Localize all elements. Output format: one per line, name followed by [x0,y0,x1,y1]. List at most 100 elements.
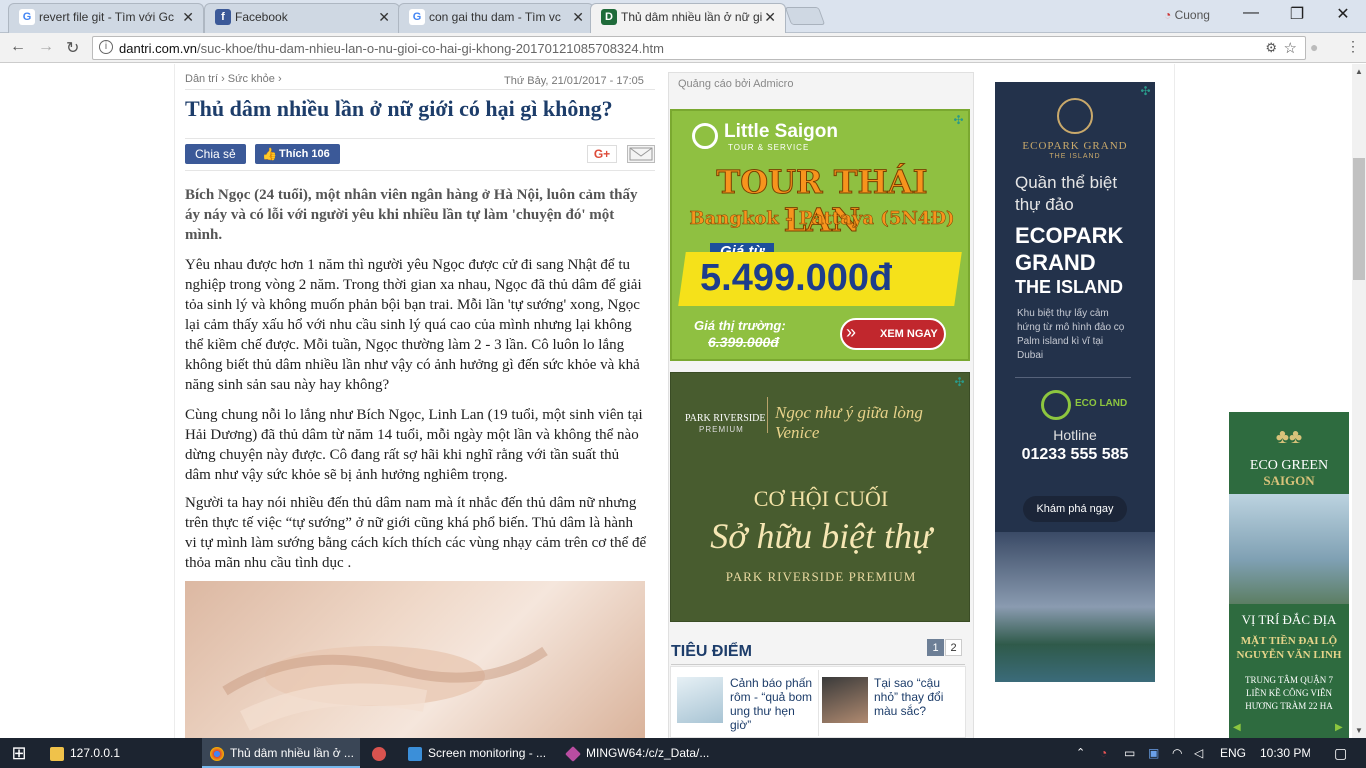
ecogreen-line1: VỊ TRÍ ĐẮC ĐỊA [1241,612,1337,627]
thumbs-up-icon: 👍 [262,147,277,161]
tab-label: con gai thu dam - Tìm vc [429,10,561,24]
battery-icon[interactable]: ▭ [1124,738,1142,768]
article-paragraph: Yêu nhau được hơn 1 năm thì người yêu Ng… [185,257,642,393]
scroll-up-icon[interactable]: ▲ [1355,67,1363,76]
park-riverside-ad[interactable]: ✣ PARK RIVERSIDE PREMIUM Ngọc như ý giữa… [670,372,970,622]
app-icon [372,746,386,761]
news-thumbnail[interactable] [822,677,868,723]
wifi-icon[interactable]: ◠ [1172,738,1190,768]
clock[interactable]: 10:30 PM [1260,738,1310,768]
taskbar-item-screen-monitoring[interactable]: Screen monitoring - ... [400,738,556,768]
taskbar-label: MINGW64:/c/z_Data/... [586,746,710,760]
monitor-icon [408,746,422,761]
xem-ngay-button[interactable]: » XEM NGAY [840,318,946,350]
tour-thailand-ad[interactable]: ✣ Little Saigon TOUR & SERVICE TOUR THÁI… [670,109,970,361]
close-icon[interactable]: ✕ [572,4,584,30]
news-link[interactable]: Cảnh báo phấn rôm - “quả bom ung thư hẹn… [730,676,814,732]
next-arrow-icon[interactable]: ▶ [1335,722,1343,733]
eco-green-ad[interactable]: ♣♣ ECO GREEN SAIGON VỊ TRÍ ĐẮC ĐỊA MẶT T… [1229,412,1349,740]
ecoland-label: ECO LAND [1075,398,1128,409]
publish-date: Thứ Bảy, 21/01/2017 - 17:05 [504,75,644,87]
close-icon[interactable]: ✕ [764,4,776,30]
ecopark-ad[interactable]: ✣ ECOPARK GRAND THE ISLAND Quần thể biệt… [995,82,1155,682]
ad-price: 5.499.000đ [700,257,893,299]
like-button[interactable]: 👍 Thích 106 [255,144,340,164]
article-paragraph: Cùng chung nỗi lo lắng như Bích Ngọc, Li… [185,407,643,483]
article-title: Thủ dâm nhiều lần ở nữ giới có hại gì kh… [185,96,613,121]
address-bar[interactable]: i dantri.com.vn/suc-khoe/thu-dam-nhieu-l… [92,36,1306,60]
cookie-icon[interactable]: ⚙ [1265,40,1277,56]
git-icon [565,745,581,762]
hotline-label: Hotline [1053,427,1097,443]
profile-button[interactable]: ◔ Cuong [1164,8,1210,22]
taskbar-item-chrome[interactable]: Thủ dâm nhiều lần ở ... [202,738,360,768]
browser-toolbar: ← → ↻ i dantri.com.vn/suc-khoe/thu-dam-n… [0,33,1366,63]
ecogreen-brand1: ECO GREEN [1249,458,1329,473]
ad2-line2: Sở hữu biệt thự [710,516,932,556]
article-lead: Bích Ngọc (24 tuổi), một nhân viên ngân … [185,187,638,243]
explore-button[interactable]: Khám phá ngay [1023,496,1127,522]
like-count: Thích 106 [279,148,330,160]
article-paragraph: Người ta hay nói nhiều đến thủ dâm nam m… [185,495,647,571]
breadcrumb-item[interactable]: Dân trí [185,73,218,85]
close-window-button[interactable]: ✕ [1328,4,1358,24]
breadcrumb-item[interactable]: Sức khỏe [228,73,275,85]
back-icon[interactable]: ← [10,38,26,56]
language-indicator[interactable]: ENG [1220,738,1250,768]
ad2-line3: PARK RIVERSIDE PREMIUM [725,569,917,584]
building-image [1229,494,1349,604]
breadcrumb: Dân trí › Sức khỏe › [185,73,282,85]
scroll-down-icon[interactable]: ▼ [1355,726,1363,735]
taskbar-item-app[interactable] [364,738,398,768]
folder-icon [50,746,64,761]
windows-taskbar: ⊞ 127.0.0.1 Thủ dâm nhiều lần ở ... Scre… [0,738,1366,768]
ad-choices-icon[interactable]: ✣ [953,376,966,389]
ad-brand: Little Saigon [724,121,838,142]
notifications-icon[interactable]: ▢ [1334,738,1354,768]
tab-revert-file-git[interactable]: G revert file git - Tìm với Gc ✕ [8,3,204,33]
tab-con-gai[interactable]: G con gai thu dam - Tìm vc ✕ [398,3,594,33]
ad-choices-icon[interactable]: ✣ [952,114,965,127]
tray-app-icon[interactable]: ◔ [1100,738,1118,768]
windows-start-icon[interactable]: ⊞ [0,738,38,768]
scrollbar-thumb[interactable] [1353,158,1365,280]
extension-icon[interactable]: ● [1310,39,1318,55]
share-button[interactable]: Chia sẻ [185,144,246,164]
forward-icon[interactable]: → [38,38,54,56]
close-icon[interactable]: ✕ [378,4,390,30]
google-icon: G [409,9,425,25]
taskbar-label: 127.0.0.1 [70,746,121,760]
taskbar-label: Thủ dâm nhiều lần ở ... [230,746,354,760]
tray-e-icon[interactable]: ▣ [1148,738,1166,768]
news-link[interactable]: Tại sao “cậu nhỏ” thay đổi màu sắc? [874,676,960,718]
minimize-button[interactable]: — [1236,4,1266,22]
ecoland-logo [1041,390,1071,420]
tray-expand-icon[interactable]: ⌃ [1076,738,1092,768]
volume-icon[interactable]: ◁ [1194,738,1212,768]
info-icon[interactable]: i [99,40,113,54]
page-button-1[interactable]: 1 [927,639,944,656]
email-icon[interactable] [627,145,655,163]
little-saigon-logo [692,123,718,149]
taskbar-item-explorer[interactable]: 127.0.0.1 [42,738,200,768]
tab-label: Thủ dâm nhiều lần ở nữ gi [621,10,763,24]
bookmark-star-icon[interactable]: ☆ [1284,39,1297,57]
prev-arrow-icon[interactable]: ◀ [1233,722,1241,733]
market-price: 6.399.000đ [708,334,779,350]
page-button-2[interactable]: 2 [945,639,962,656]
google-plus-button[interactable]: G+ [587,145,617,163]
dantri-icon: D [601,9,617,25]
maximize-button[interactable]: ❐ [1282,4,1312,24]
reload-icon[interactable]: ↻ [66,38,79,58]
new-tab-button[interactable] [784,7,826,25]
close-icon[interactable]: ✕ [182,4,194,30]
news-thumbnail[interactable] [677,677,723,723]
ad-route: Bangkok - Pattaya (5N4Đ) [689,208,955,230]
ad-choices-icon[interactable]: ✣ [1139,85,1152,98]
tab-dantri-article[interactable]: D Thủ dâm nhiều lần ở nữ gi ✕ [590,3,786,34]
menu-icon[interactable]: ⋮ [1346,38,1360,55]
tab-facebook[interactable]: f Facebook ✕ [204,3,400,33]
hotline-number: 01233 555 585 [1021,446,1129,463]
ecogreen-line2: MẶT TIỀN ĐẠI LỘ NGUYỄN VĂN LINH [1236,635,1342,661]
taskbar-item-mingw[interactable]: MINGW64:/c/z_Data/... [558,738,714,768]
